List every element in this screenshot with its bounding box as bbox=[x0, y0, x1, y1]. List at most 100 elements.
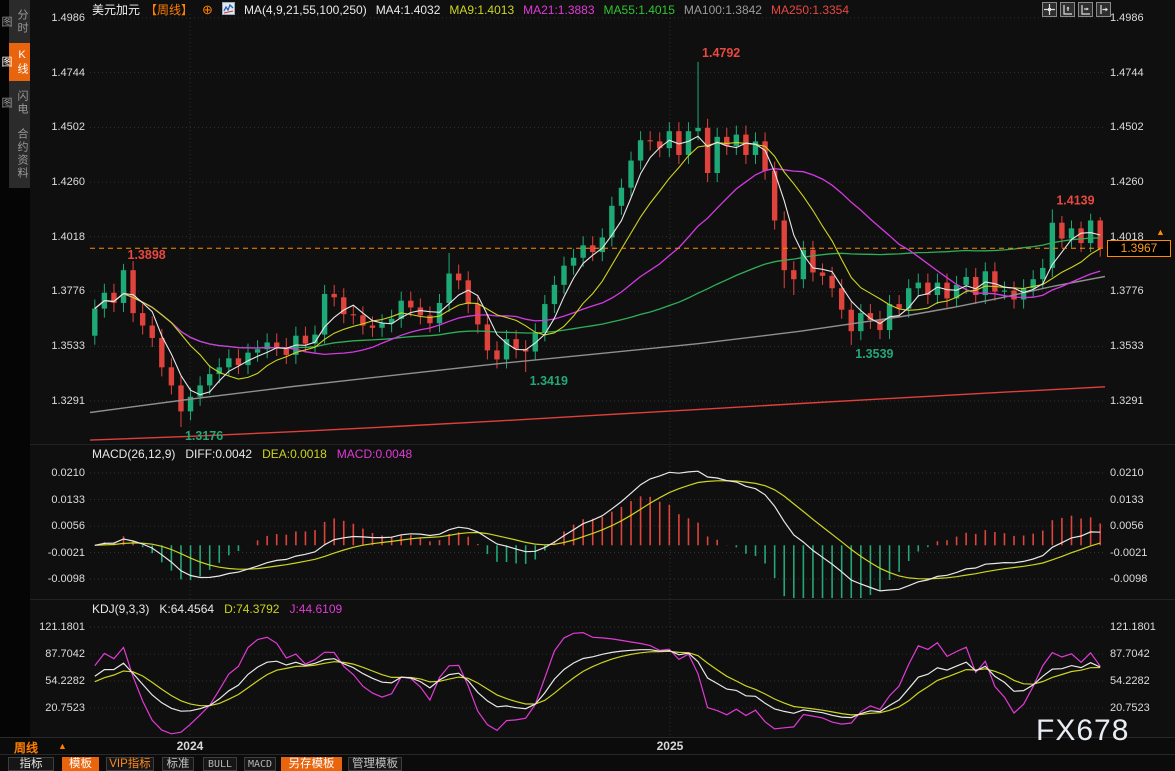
kdj-name: KDJ(9,3,3) bbox=[92, 602, 149, 616]
y-axis-label: 1.4986 bbox=[1110, 11, 1144, 25]
ma4-value: MA4:1.4032 bbox=[376, 3, 441, 17]
ma55-value: MA55:1.4015 bbox=[604, 3, 675, 17]
y-axis-label: 1.4018 bbox=[30, 230, 85, 244]
panel-separator[interactable] bbox=[30, 444, 1175, 445]
y-axis-label: 1.4986 bbox=[30, 11, 85, 25]
y-axis-label: 1.3776 bbox=[1110, 284, 1144, 298]
y-axis-label: 0.0056 bbox=[1110, 519, 1144, 533]
macd-dea-value: DEA:0.0018 bbox=[262, 447, 327, 461]
macd-histogram bbox=[104, 496, 1100, 607]
bottom-toolbar: 指标 模板 VIP指标 标准 BULL MACD 另存模板 管理模板 bbox=[0, 754, 1175, 771]
y-axis-label: 1.4744 bbox=[30, 66, 85, 80]
sidebar-item-timeshare-chart[interactable]: 分时图 bbox=[9, 4, 30, 40]
kdj-k-value: K:64.4564 bbox=[159, 602, 214, 616]
chart-toolbar-icons bbox=[1042, 2, 1111, 17]
macd-macd-value: MACD:0.0048 bbox=[337, 447, 412, 461]
period-tag: 【周线】 bbox=[145, 1, 193, 18]
toolbar-standard-button[interactable]: 标准 bbox=[162, 757, 194, 771]
y-axis-label: -0.0098 bbox=[1110, 572, 1147, 586]
svg-text:1.3898: 1.3898 bbox=[128, 248, 166, 262]
svg-text:1.4139: 1.4139 bbox=[1056, 193, 1094, 207]
toolbar-templates-button[interactable]: 模板 bbox=[62, 757, 99, 771]
x-axis-row: 周线 ▲ 20242025 bbox=[0, 737, 1175, 754]
y-axis-label: 0.0210 bbox=[30, 466, 85, 480]
axis-scale-right-icon[interactable] bbox=[1078, 2, 1093, 17]
y-axis-label: -0.0021 bbox=[1110, 546, 1147, 560]
kdj-panel-header: KDJ(9,3,3) K:64.4564 D:74.3792 J:44.6109 bbox=[92, 602, 342, 615]
y-axis-label: 87.7042 bbox=[30, 647, 85, 661]
y-axis-label: 1.3291 bbox=[30, 394, 85, 408]
symbol-title: 美元加元 bbox=[92, 1, 140, 18]
toolbar-save-template-button[interactable]: 另存模板 bbox=[281, 757, 342, 771]
y-axis-label: 0.0133 bbox=[30, 493, 85, 507]
y-axis-label: 54.2282 bbox=[30, 674, 85, 688]
y-axis-label: 87.7042 bbox=[1110, 647, 1150, 661]
y-axis-label: 1.4260 bbox=[30, 175, 85, 189]
panel-separator[interactable] bbox=[30, 599, 1175, 600]
y-axis-label: 20.7523 bbox=[30, 701, 85, 715]
macd-name: MACD(26,12,9) bbox=[92, 447, 175, 461]
y-axis-label: 54.2282 bbox=[1110, 674, 1150, 688]
y-axis-label: 121.1801 bbox=[1110, 620, 1156, 634]
x-axis-year-label: 2025 bbox=[657, 739, 684, 753]
macd-panel-header: MACD(26,12,9) DIFF:0.0042 DEA:0.0018 MAC… bbox=[92, 447, 412, 460]
y-axis-left: 1.4986 1.4744 1.4502 1.4260 1.4018 1.3776 1.35… bbox=[30, 0, 85, 753]
left-sidebar: 分时图 K线图 闪电图 合约资料 bbox=[0, 0, 30, 771]
kdj-lines bbox=[95, 633, 1100, 734]
y-axis-label: 1.3776 bbox=[30, 284, 85, 298]
toolbar-vip-indicators-button[interactable]: VIP指标 bbox=[106, 757, 154, 771]
brand-watermark: FX678 bbox=[1036, 714, 1129, 748]
y-axis-label: -0.0021 bbox=[30, 546, 85, 560]
svg-text:1.3539: 1.3539 bbox=[855, 347, 893, 361]
ma-settings-label: MA(4,9,21,55,100,250) bbox=[244, 3, 367, 17]
y-axis-label: -0.0098 bbox=[30, 572, 85, 586]
ma250-value: MA250:1.3354 bbox=[771, 3, 849, 17]
ma9-value: MA9:1.4013 bbox=[449, 3, 514, 17]
period-collapse-icon[interactable]: ▲ bbox=[58, 741, 67, 751]
sidebar-item-kline-chart[interactable]: K线图 bbox=[9, 43, 30, 81]
y-axis-label: 0.0133 bbox=[1110, 493, 1144, 507]
svg-text:1.3419: 1.3419 bbox=[530, 374, 568, 388]
y-axis-label: 1.4744 bbox=[1110, 66, 1144, 80]
candlestick-series bbox=[92, 62, 1103, 427]
ma21-value: MA21:1.3883 bbox=[523, 3, 594, 17]
crosshair-move-icon[interactable] bbox=[1042, 2, 1057, 17]
current-price-marker: 1.3967 bbox=[1107, 240, 1171, 257]
chart-plot-area[interactable]: 1.3898 1.3176 1.3419 1.4792 1.3539 1.4139 bbox=[90, 0, 1105, 753]
svg-text:1.3176: 1.3176 bbox=[185, 429, 223, 443]
svg-text:1.4792: 1.4792 bbox=[702, 46, 740, 60]
y-axis-label: 1.4502 bbox=[1110, 120, 1144, 134]
grid-lines bbox=[90, 14, 1105, 737]
macd-diff-value: DIFF:0.0042 bbox=[185, 447, 252, 461]
toolbar-bull-button[interactable]: BULL bbox=[203, 757, 237, 771]
chart-header: 美元加元 【周线】 ⊕ MA(4,9,21,55,100,250) MA4:1.… bbox=[92, 2, 849, 17]
y-axis-label: 1.4502 bbox=[30, 120, 85, 134]
ma100-value: MA100:1.3842 bbox=[684, 3, 762, 17]
toolbar-manage-templates-button[interactable]: 管理模板 bbox=[348, 757, 402, 771]
y-axis-right: 1.49861.47441.45021.42601.40181.37761.35… bbox=[1110, 0, 1174, 753]
y-axis-label: 1.4260 bbox=[1110, 175, 1144, 189]
sidebar-item-contract-info[interactable]: 合约资料 bbox=[9, 125, 30, 183]
collapse-panel-icon[interactable] bbox=[1096, 2, 1111, 17]
y-axis-label: 1.3533 bbox=[1110, 339, 1144, 353]
kdj-d-value: D:74.3792 bbox=[224, 602, 279, 616]
indicator-settings-icon[interactable] bbox=[222, 2, 235, 18]
y-axis-label: 1.3533 bbox=[30, 339, 85, 353]
y-axis-label: 0.0210 bbox=[1110, 466, 1144, 480]
price-up-arrow-icon: ▲ bbox=[1156, 227, 1165, 237]
chart-mode-tabs: 分时图 K线图 闪电图 合约资料 bbox=[9, 0, 30, 188]
chart-application-window: 分时图 K线图 闪电图 合约资料 1.4986 1.4744 1.4502 1.426… bbox=[0, 0, 1175, 771]
macd-lines bbox=[95, 471, 1100, 591]
price-annotations: 1.3898 1.3176 1.3419 1.4792 1.3539 1.4139 bbox=[128, 46, 1095, 443]
sidebar-item-lightning-chart[interactable]: 闪电图 bbox=[9, 85, 30, 121]
axis-scale-up-icon[interactable] bbox=[1060, 2, 1075, 17]
add-indicator-icon[interactable]: ⊕ bbox=[202, 3, 213, 16]
y-axis-label: 20.7523 bbox=[1110, 701, 1150, 715]
y-axis-label: 1.3291 bbox=[1110, 394, 1144, 408]
kdj-j-value: J:44.6109 bbox=[289, 602, 342, 616]
y-axis-label: 121.1801 bbox=[30, 620, 85, 634]
y-axis-label: 0.0056 bbox=[30, 519, 85, 533]
x-axis-year-label: 2024 bbox=[177, 739, 204, 753]
toolbar-indicators-button[interactable]: 指标 bbox=[8, 757, 54, 771]
toolbar-macd-button[interactable]: MACD bbox=[244, 757, 276, 771]
